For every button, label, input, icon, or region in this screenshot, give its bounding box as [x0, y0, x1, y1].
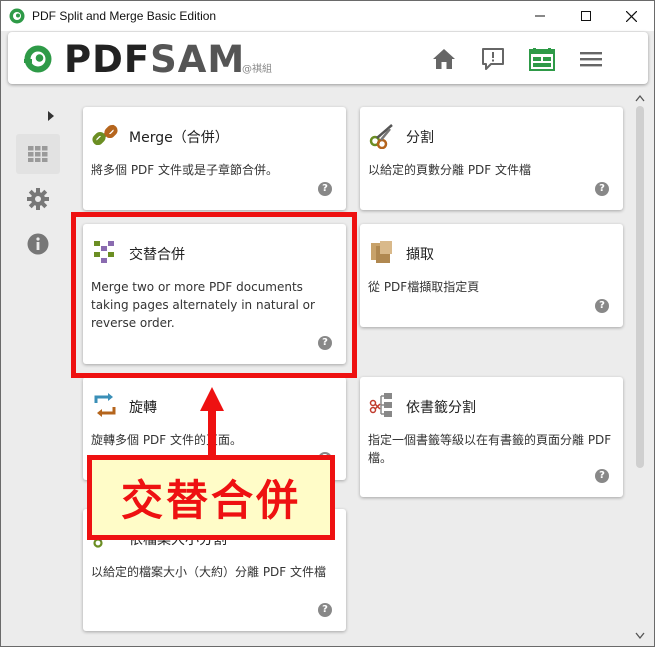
help-icon[interactable]: ?: [318, 182, 332, 196]
maximize-icon: [581, 11, 591, 21]
app-icon: [9, 8, 25, 24]
dashboard-icon: [529, 48, 555, 71]
feedback-icon: [482, 48, 504, 70]
card-description: 指定一個書籤等級以在有書籤的頁面分離 PDF 檔。: [368, 433, 612, 465]
info-icon: [27, 233, 49, 255]
module-card-split-by-bookmarks[interactable]: 依書籤分割 指定一個書籤等級以在有書籤的頁面分離 PDF 檔。 ?: [360, 377, 623, 497]
card-title: 依書籤分割: [406, 400, 476, 416]
help-icon[interactable]: ?: [595, 469, 609, 483]
scroll-up-arrow-icon[interactable]: [635, 94, 645, 102]
sidebar-item-dashboard[interactable]: [16, 134, 60, 174]
card-title: Merge（合併）: [129, 130, 229, 146]
watermark-text: @褀組: [242, 64, 272, 75]
scroll-down-arrow-icon[interactable]: [635, 632, 645, 640]
annotation-callout: 交替合併: [87, 455, 335, 540]
app-window: PDF Split and Merge Basic Edition PDFSAM…: [0, 0, 655, 647]
minimize-button[interactable]: [517, 1, 563, 31]
split-by-bookmarks-icon: [369, 393, 392, 417]
title-bar: PDF Split and Merge Basic Edition: [1, 1, 654, 31]
close-icon: [625, 10, 637, 22]
close-button[interactable]: [608, 1, 654, 31]
callout-text: 交替合併: [120, 476, 301, 525]
card-description: 以給定的頁數分離 PDF 文件檔: [368, 163, 532, 177]
rotate-icon: [94, 393, 116, 417]
expand-sidebar-icon[interactable]: [47, 111, 55, 121]
card-title: 擷取: [406, 247, 434, 263]
window-title: PDF Split and Merge Basic Edition: [32, 9, 217, 23]
card-title: 分割: [406, 130, 434, 146]
extract-pages-icon: [371, 241, 392, 263]
split-scissors-icon: [369, 124, 393, 149]
minimize-icon: [535, 15, 545, 17]
home-icon: [433, 49, 455, 69]
highlight-box: [71, 212, 357, 378]
card-description: 從 PDF檔擷取指定頁: [368, 280, 480, 294]
module-card-merge[interactable]: Merge（合併） 將多個 PDF 文件或是子章節合併。 ?: [83, 107, 346, 210]
help-icon[interactable]: ?: [595, 299, 609, 313]
maximize-button[interactable]: [563, 1, 609, 31]
app-header: PDFSAM @褀組: [8, 32, 648, 84]
card-title: 旋轉: [129, 400, 157, 416]
annotation-arrow: [200, 387, 224, 457]
pdfsam-logo-icon: [24, 45, 52, 73]
dashboard-grid-icon: [28, 146, 48, 162]
settings-gear-icon: [27, 188, 49, 210]
merge-icon: [92, 124, 118, 146]
menu-button[interactable]: [578, 46, 604, 72]
card-description: 將多個 PDF 文件或是子章節合併。: [91, 163, 279, 177]
logo-pdf-text: PDF: [64, 38, 151, 81]
vertical-scrollbar[interactable]: [633, 94, 647, 640]
pdfsam-logo: PDFSAM: [64, 38, 245, 81]
sidebar-item-info[interactable]: [16, 224, 60, 264]
card-description: 以給定的檔案大小（大約）分離 PDF 文件檔: [91, 565, 327, 579]
dashboard-button[interactable]: [529, 46, 555, 72]
module-card-extract[interactable]: 擷取 從 PDF檔擷取指定頁 ?: [360, 224, 623, 327]
logo-sam-text: SAM: [150, 38, 246, 81]
help-icon[interactable]: ?: [595, 182, 609, 196]
home-button[interactable]: [431, 46, 457, 72]
help-icon[interactable]: ?: [318, 603, 332, 617]
module-card-split[interactable]: 分割 以給定的頁數分離 PDF 文件檔 ?: [360, 107, 623, 210]
feedback-button[interactable]: [480, 46, 506, 72]
menu-icon: [580, 52, 602, 67]
sidebar-item-settings[interactable]: [16, 179, 60, 219]
scroll-thumb[interactable]: [636, 106, 644, 468]
